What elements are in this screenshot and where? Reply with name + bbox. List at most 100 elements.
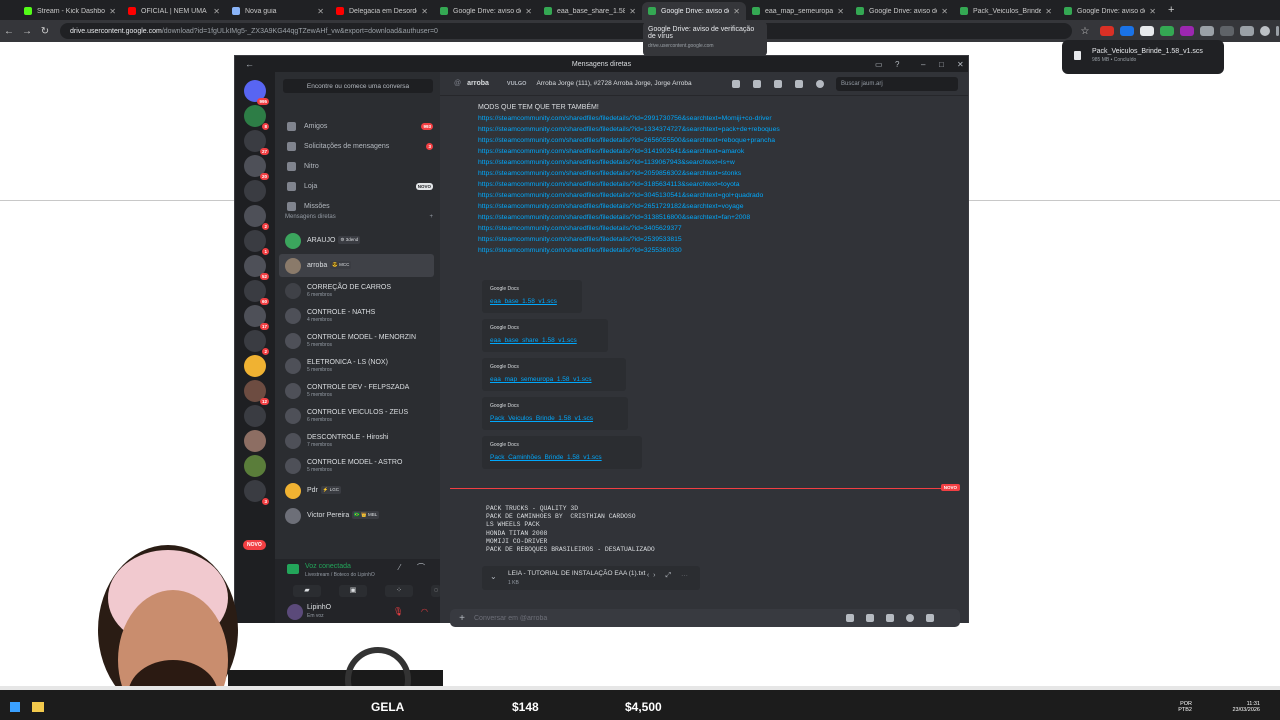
tab-close-icon[interactable]: ✕ (837, 7, 844, 16)
attachment-actions[interactable]: ‹› ⤢ ⋯ (647, 572, 692, 580)
embed-file-link[interactable]: Pack_Caminhões_Brinde_1.58_v1.scs (490, 454, 634, 461)
gif-icon[interactable] (866, 614, 874, 622)
extension-icon[interactable] (1160, 26, 1174, 36)
browser-tab[interactable]: Google Drive: aviso de ví ✕ (434, 2, 538, 20)
nav-item[interactable]: Missões (281, 198, 433, 215)
url-input[interactable]: drive.usercontent.google.com/download?id… (60, 23, 1072, 39)
tab-close-icon[interactable]: ✕ (317, 7, 324, 16)
message-link[interactable]: https://steamcommunity.com/sharedfiles/f… (478, 168, 958, 179)
browser-tab[interactable]: Stream - Kick Dashboard✕ (18, 2, 122, 20)
chat-user-name[interactable]: arroba (467, 80, 489, 87)
embed-file-link[interactable]: Pack_Veiculos_Brinde_1.58_v1.scs (490, 415, 620, 422)
extension-icon[interactable] (1120, 26, 1134, 36)
dm-item[interactable]: Pdr ⚡ LGC (279, 479, 434, 502)
server-icon[interactable] (244, 355, 266, 377)
download-popup[interactable]: Pack_Veiculos_Brinde_1.58_v1.scs 985 MB … (1062, 40, 1224, 74)
message-link[interactable]: https://steamcommunity.com/sharedfiles/f… (478, 223, 958, 234)
message-link[interactable]: https://steamcommunity.com/sharedfiles/f… (478, 135, 958, 146)
file-attachment[interactable]: ⌄ LEIA - TUTORIAL DE INSTALAÇÃO EAA (1).… (482, 566, 700, 590)
menu-icon[interactable] (1276, 26, 1279, 36)
browser-tab[interactable]: eaa_base_share_1.58_v1✕ (538, 2, 642, 20)
server-icon[interactable]: 2 (244, 330, 269, 355)
inbox-icon[interactable]: ▭ (875, 60, 883, 69)
voice-call-icon[interactable] (732, 80, 740, 88)
message-link[interactable]: https://steamcommunity.com/sharedfiles/f… (478, 146, 958, 157)
message-link[interactable]: https://steamcommunity.com/sharedfiles/f… (478, 113, 958, 124)
new-tab-button[interactable]: + (1168, 4, 1174, 16)
sticker-icon[interactable] (886, 614, 894, 622)
add-attachment-plus-icon[interactable]: + (450, 613, 474, 624)
discord-home-icon[interactable]: 995 (244, 80, 269, 105)
minimize-icon[interactable]: – (921, 60, 925, 69)
gift-icon[interactable] (846, 614, 854, 622)
bookmark-star-icon[interactable]: ☆ (1076, 26, 1094, 37)
find-conversation-button[interactable]: Encontre ou comece uma conversa (283, 79, 433, 93)
download-icon[interactable] (1220, 26, 1234, 36)
dm-item[interactable]: DESCONTROLE - Hiroshi 7 membros (279, 429, 434, 452)
embed-file-link[interactable]: eaa_base_1.58_v1.scs (490, 298, 574, 305)
reload-icon[interactable]: ↻ (36, 26, 54, 37)
dm-item[interactable]: CONTROLE DEV - FELPSZADA 5 membros (279, 379, 434, 402)
add-friends-icon[interactable] (795, 80, 803, 88)
browser-tab[interactable]: Delegacia em Desordem ✕ (330, 2, 434, 20)
server-icon[interactable]: 1 (244, 230, 269, 255)
message-link[interactable]: https://steamcommunity.com/sharedfiles/f… (478, 179, 958, 190)
message-link[interactable]: https://steamcommunity.com/sharedfiles/f… (478, 201, 958, 212)
server-icon[interactable]: 17 (244, 305, 269, 330)
nav-item[interactable]: Nitro (281, 158, 433, 175)
file-explorer-icon[interactable] (32, 702, 44, 712)
dm-item[interactable]: CONTROLE MODEL - ASTRO 5 membros (279, 454, 434, 477)
dm-item[interactable]: CORREÇÃO DE CARROS 6 membros (279, 279, 434, 302)
server-icon[interactable]: 52 (244, 255, 269, 280)
dm-item[interactable]: arroba 😎 MCC (279, 254, 434, 277)
browser-tab[interactable]: Google Drive: aviso de ví ✕ (850, 2, 954, 20)
server-icon[interactable]: 12 (244, 380, 269, 405)
chevron-down-icon[interactable]: ⌄ (490, 572, 497, 581)
tab-close-icon[interactable]: ✕ (421, 7, 428, 16)
dm-item[interactable]: CONTROLE - NATHS 4 membros (279, 304, 434, 327)
dm-item[interactable]: ELETRONICA - LS (NOX) 5 membros (279, 354, 434, 377)
server-icon[interactable]: 20 (244, 155, 269, 180)
close-icon[interactable]: ✕ (957, 60, 964, 69)
dm-item[interactable]: CONTROLE MODEL - MENORZIN 5 membros (279, 329, 434, 352)
nav-item[interactable]: Amigos 993 (281, 118, 433, 135)
video-call-icon[interactable] (753, 80, 761, 88)
extension-icon[interactable] (1240, 26, 1254, 36)
server-icon[interactable] (244, 455, 266, 477)
browser-tab[interactable]: OFICIAL | NEM UMA ✕ (122, 2, 226, 20)
create-dm-plus-icon[interactable]: + (429, 214, 433, 220)
back-icon[interactable]: ← (0, 26, 18, 37)
nav-item[interactable]: Solicitações de mensagens 3 (281, 138, 433, 155)
tab-close-icon[interactable]: ✕ (733, 7, 740, 16)
search-input[interactable]: Buscar jaum.arj (836, 77, 958, 91)
emoji-icon[interactable] (906, 614, 914, 622)
message-link[interactable]: https://steamcommunity.com/sharedfiles/f… (478, 124, 958, 135)
download-file-name[interactable]: Pack_Veiculos_Brinde_1.58_v1.scs (1092, 48, 1214, 55)
pinned-icon[interactable] (774, 80, 782, 88)
message-link[interactable]: https://steamcommunity.com/sharedfiles/f… (478, 157, 958, 168)
tab-close-icon[interactable]: ✕ (213, 7, 220, 16)
clock[interactable]: 11:31 23/03/2026 (1224, 701, 1260, 713)
user-profile-icon[interactable] (816, 80, 824, 88)
browser-tab[interactable]: eaa_map_semeuropa_1.5✕ (746, 2, 850, 20)
help-icon[interactable]: ? (895, 60, 899, 69)
extension-icon[interactable] (1180, 26, 1194, 36)
tab-close-icon[interactable]: ✕ (629, 7, 636, 16)
server-icon[interactable] (244, 180, 266, 202)
dm-item[interactable]: CONTROLE VEICULOS - ZEUS 6 membros (279, 404, 434, 427)
forward-icon[interactable]: → (18, 26, 36, 37)
server-icon[interactable]: 2 (244, 205, 269, 230)
embed-file-link[interactable]: eaa_map_semeuropa_1.58_v1.scs (490, 376, 618, 383)
browser-tab[interactable]: Google Drive: aviso de ví ✕ (642, 2, 746, 20)
tab-close-icon[interactable]: ✕ (1149, 7, 1156, 16)
browser-tab[interactable]: Google Drive: aviso de ví ✕ (1058, 2, 1162, 20)
server-icon[interactable]: 60 (244, 280, 269, 305)
profile-avatar[interactable] (1260, 26, 1270, 36)
tab-close-icon[interactable]: ✕ (941, 7, 948, 16)
message-input[interactable] (474, 614, 834, 622)
server-icon[interactable]: 3 (244, 480, 269, 505)
apps-icon[interactable] (926, 614, 934, 622)
windows-start-icon[interactable] (10, 702, 20, 712)
extensions-puzzle-icon[interactable] (1200, 26, 1214, 36)
server-icon[interactable] (244, 430, 266, 452)
